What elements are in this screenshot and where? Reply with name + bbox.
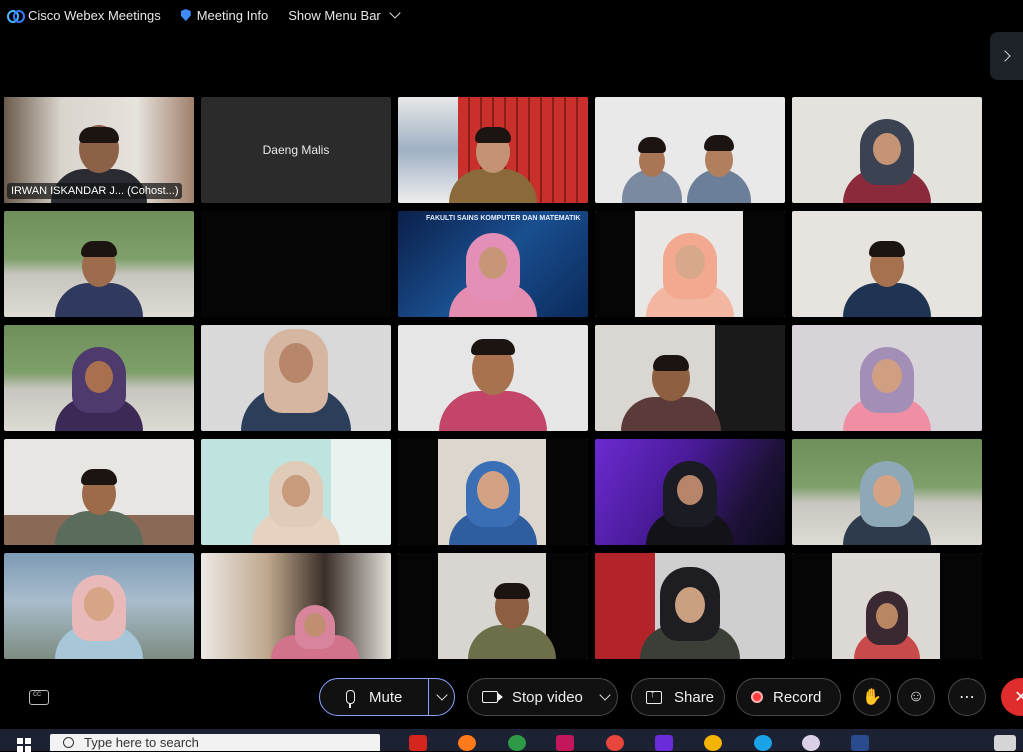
chevron-down-icon: [389, 7, 401, 19]
record-button[interactable]: Record: [736, 678, 841, 716]
paint-app-icon[interactable]: [802, 735, 820, 751]
meeting-info-button[interactable]: Meeting Info: [180, 7, 269, 23]
mute-label: Mute: [369, 688, 403, 706]
video-tile[interactable]: [595, 211, 785, 317]
slide-banner: FAKULTI SAINS KOMPUTER DAN MATEMATIK: [426, 215, 581, 222]
webex-app-icon[interactable]: [851, 735, 869, 751]
video-tile[interactable]: [792, 553, 982, 659]
app-title[interactable]: Cisco Webex Meetings: [7, 7, 161, 23]
share-button[interactable]: Share: [631, 678, 725, 716]
meeting-info-text: Meeting Info: [196, 7, 269, 23]
share-screen-icon: [646, 688, 662, 704]
app-icon[interactable]: [556, 735, 574, 751]
mute-button[interactable]: Mute: [320, 679, 429, 715]
video-tile[interactable]: [595, 439, 785, 545]
acrobat-app-icon[interactable]: [409, 735, 427, 751]
video-tile[interactable]: [398, 439, 588, 545]
show-menu-bar-text: Show Menu Bar: [288, 7, 381, 23]
chrome-app-icon[interactable]: [606, 735, 624, 751]
video-tile[interactable]: [4, 553, 194, 659]
video-tile[interactable]: Daeng Malis: [201, 97, 391, 203]
video-tile[interactable]: [792, 211, 982, 317]
audio-options-chevron-icon[interactable]: [436, 689, 448, 701]
video-tile[interactable]: [201, 211, 391, 317]
news-widget-icon[interactable]: [994, 735, 1016, 751]
participant-name-label: IRWAN ISKANDAR J... (Cohost...): [7, 183, 183, 199]
video-tile[interactable]: [201, 325, 391, 431]
video-tile[interactable]: [201, 553, 391, 659]
show-menu-bar-button[interactable]: Show Menu Bar: [288, 7, 401, 23]
video-tile[interactable]: [4, 439, 194, 545]
share-label: Share: [674, 688, 715, 706]
mute-button-group: Mute: [319, 678, 455, 716]
video-options-chevron-icon[interactable]: [599, 689, 611, 701]
firefox-app-icon[interactable]: [458, 735, 476, 751]
video-tile[interactable]: [201, 439, 391, 545]
hand-icon: ✋: [862, 689, 882, 706]
video-tile[interactable]: [398, 553, 588, 659]
participant-name: Daeng Malis: [262, 143, 330, 157]
video-tile[interactable]: [4, 211, 194, 317]
shield-icon: [180, 9, 191, 21]
record-icon: [751, 691, 763, 703]
more-icon: ⋯: [959, 689, 975, 706]
webex-logo-icon: [7, 9, 25, 23]
video-tile[interactable]: [595, 97, 785, 203]
meeting-controls: Mute Stop video Share Record ✋ ☺ ⋯ ✕: [0, 670, 1023, 726]
video-tile[interactable]: [792, 325, 982, 431]
search-icon: [63, 737, 74, 748]
close-icon: ✕: [1014, 689, 1023, 706]
video-tile[interactable]: [398, 97, 588, 203]
video-tile[interactable]: [398, 325, 588, 431]
record-label: Record: [773, 688, 822, 706]
end-meeting-button[interactable]: ✕: [1001, 678, 1023, 716]
camera-icon: [482, 691, 503, 703]
video-tile[interactable]: FAKULTI SAINS KOMPUTER DAN MATEMATIK: [398, 211, 588, 317]
video-tile[interactable]: [792, 97, 982, 203]
edge-app-icon[interactable]: [754, 735, 772, 751]
video-tile[interactable]: IRWAN ISKANDAR J... (Cohost...): [4, 97, 194, 203]
reactions-button[interactable]: ☺: [897, 678, 935, 716]
app-title-text: Cisco Webex Meetings: [28, 7, 161, 23]
windows-start-icon[interactable]: [17, 738, 31, 752]
video-tile[interactable]: [595, 325, 785, 431]
stop-video-button[interactable]: Stop video: [467, 678, 618, 716]
video-tile[interactable]: [792, 439, 982, 545]
windows-taskbar: Type here to search: [0, 729, 1023, 752]
smiley-icon: ☺: [907, 688, 925, 705]
video-tile[interactable]: [595, 553, 785, 659]
chevron-right-icon: [999, 50, 1011, 62]
taskbar-search-box[interactable]: Type here to search: [50, 734, 380, 751]
more-options-button[interactable]: ⋯: [948, 678, 986, 716]
chrome-app-icon[interactable]: [704, 735, 722, 751]
media-app-icon[interactable]: [655, 735, 673, 751]
video-tile[interactable]: [4, 325, 194, 431]
search-placeholder: Type here to search: [84, 735, 199, 750]
closed-captions-icon[interactable]: [29, 689, 49, 705]
raise-hand-button[interactable]: ✋: [853, 678, 891, 716]
chrome-app-icon[interactable]: [508, 735, 526, 751]
microphone-icon: [346, 690, 355, 708]
video-grid: IRWAN ISKANDAR J... (Cohost...) Daeng Ma…: [4, 97, 984, 659]
stop-video-label: Stop video: [512, 688, 583, 706]
side-panel-toggle[interactable]: [990, 32, 1023, 80]
top-menu-bar: Cisco Webex Meetings Meeting Info Show M…: [0, 0, 1023, 30]
